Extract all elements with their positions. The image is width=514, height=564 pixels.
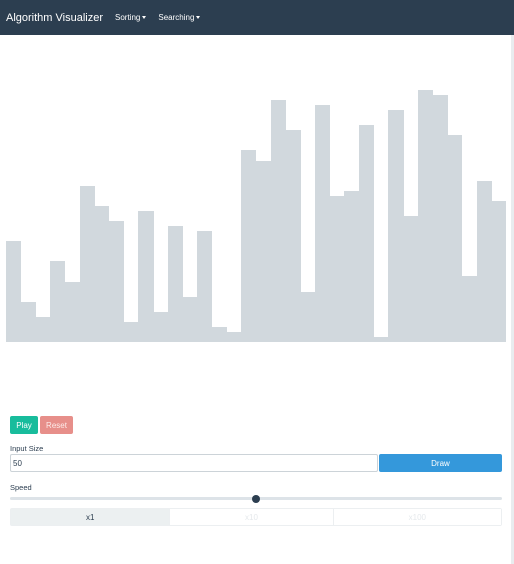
bar	[270, 100, 286, 342]
bar	[64, 281, 81, 342]
bar	[211, 326, 228, 342]
bar	[358, 125, 375, 342]
speed-label: Speed	[10, 483, 32, 492]
speed-option-x1[interactable]: x1	[11, 509, 170, 525]
draw-button[interactable]: Draw	[379, 454, 502, 472]
input-size-label: Input Size	[10, 444, 44, 453]
bar	[403, 216, 419, 342]
bar	[300, 291, 316, 342]
bar	[447, 135, 463, 342]
searching-menu-label: Searching	[158, 13, 195, 22]
bar	[256, 160, 272, 342]
bar	[329, 195, 345, 342]
sorting-menu[interactable]: Sorting	[115, 13, 147, 22]
bar	[123, 321, 139, 342]
bar	[108, 221, 125, 342]
input-size-field[interactable]: 50	[10, 454, 378, 472]
bar	[461, 276, 478, 342]
searching-menu[interactable]: Searching	[158, 13, 201, 22]
bar	[138, 210, 154, 342]
bar	[79, 185, 95, 342]
bar	[20, 301, 36, 342]
controls-panel: Play Reset Input Size 50 Draw Speed x1 x1…	[10, 416, 502, 526]
bar	[285, 130, 301, 342]
speed-option-x10[interactable]: x10	[169, 509, 333, 525]
sorting-menu-label: Sorting	[115, 13, 141, 22]
reset-button[interactable]: Reset	[40, 416, 73, 434]
bar	[314, 105, 331, 342]
bar	[182, 296, 198, 342]
play-button[interactable]: Play	[10, 416, 38, 434]
bar	[241, 150, 257, 342]
speed-slider-thumb[interactable]	[252, 495, 260, 503]
bar	[344, 190, 360, 342]
bar	[50, 261, 66, 342]
bar	[476, 180, 492, 342]
action-buttons: Play Reset	[10, 416, 502, 434]
caret-down-icon	[196, 16, 201, 19]
bar	[197, 231, 213, 342]
speed-option-x100[interactable]: x100	[332, 509, 501, 525]
bar	[226, 331, 242, 342]
bar	[94, 205, 110, 342]
bar	[388, 110, 404, 342]
bar	[432, 95, 448, 342]
bar	[153, 311, 169, 342]
speed-button-group: x1 x10 x100	[10, 508, 502, 526]
brand-title[interactable]: Algorithm Visualizer	[6, 12, 103, 24]
bar	[491, 200, 507, 342]
bar-chart	[6, 50, 507, 342]
bar	[6, 241, 22, 342]
bar	[167, 226, 183, 342]
navbar: Algorithm Visualizer Sorting Searching	[0, 0, 514, 35]
bar	[35, 316, 51, 342]
caret-down-icon	[142, 16, 147, 19]
bar	[417, 90, 433, 342]
bar	[373, 336, 389, 342]
